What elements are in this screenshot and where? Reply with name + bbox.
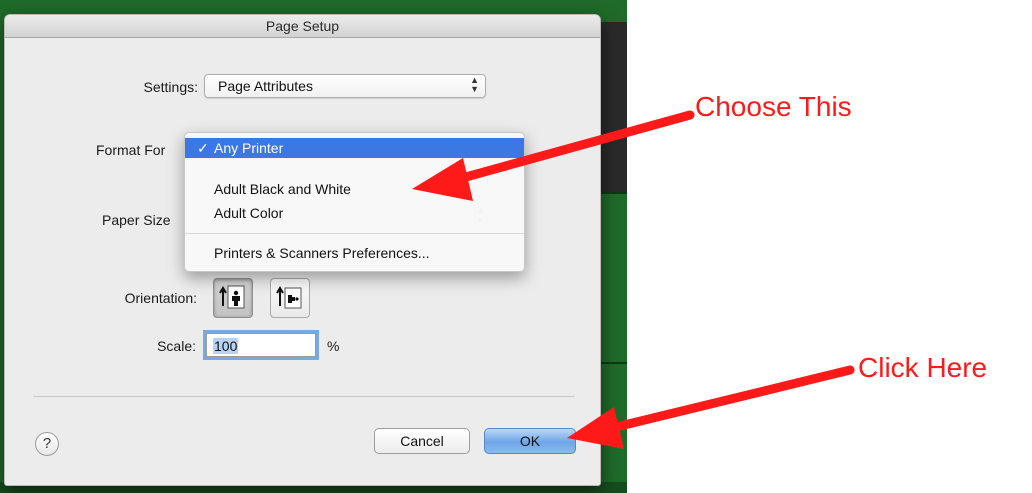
- choose-this-annotation: Choose This: [695, 91, 852, 122]
- click-arrow-shaft: [607, 365, 855, 433]
- click-arrow-head: [567, 407, 624, 449]
- annotation-arrows: [412, 110, 855, 449]
- choose-arrow-shaft: [450, 110, 695, 185]
- click-here-annotation: Click Here: [858, 352, 988, 383]
- choose-arrow-head: [412, 158, 473, 201]
